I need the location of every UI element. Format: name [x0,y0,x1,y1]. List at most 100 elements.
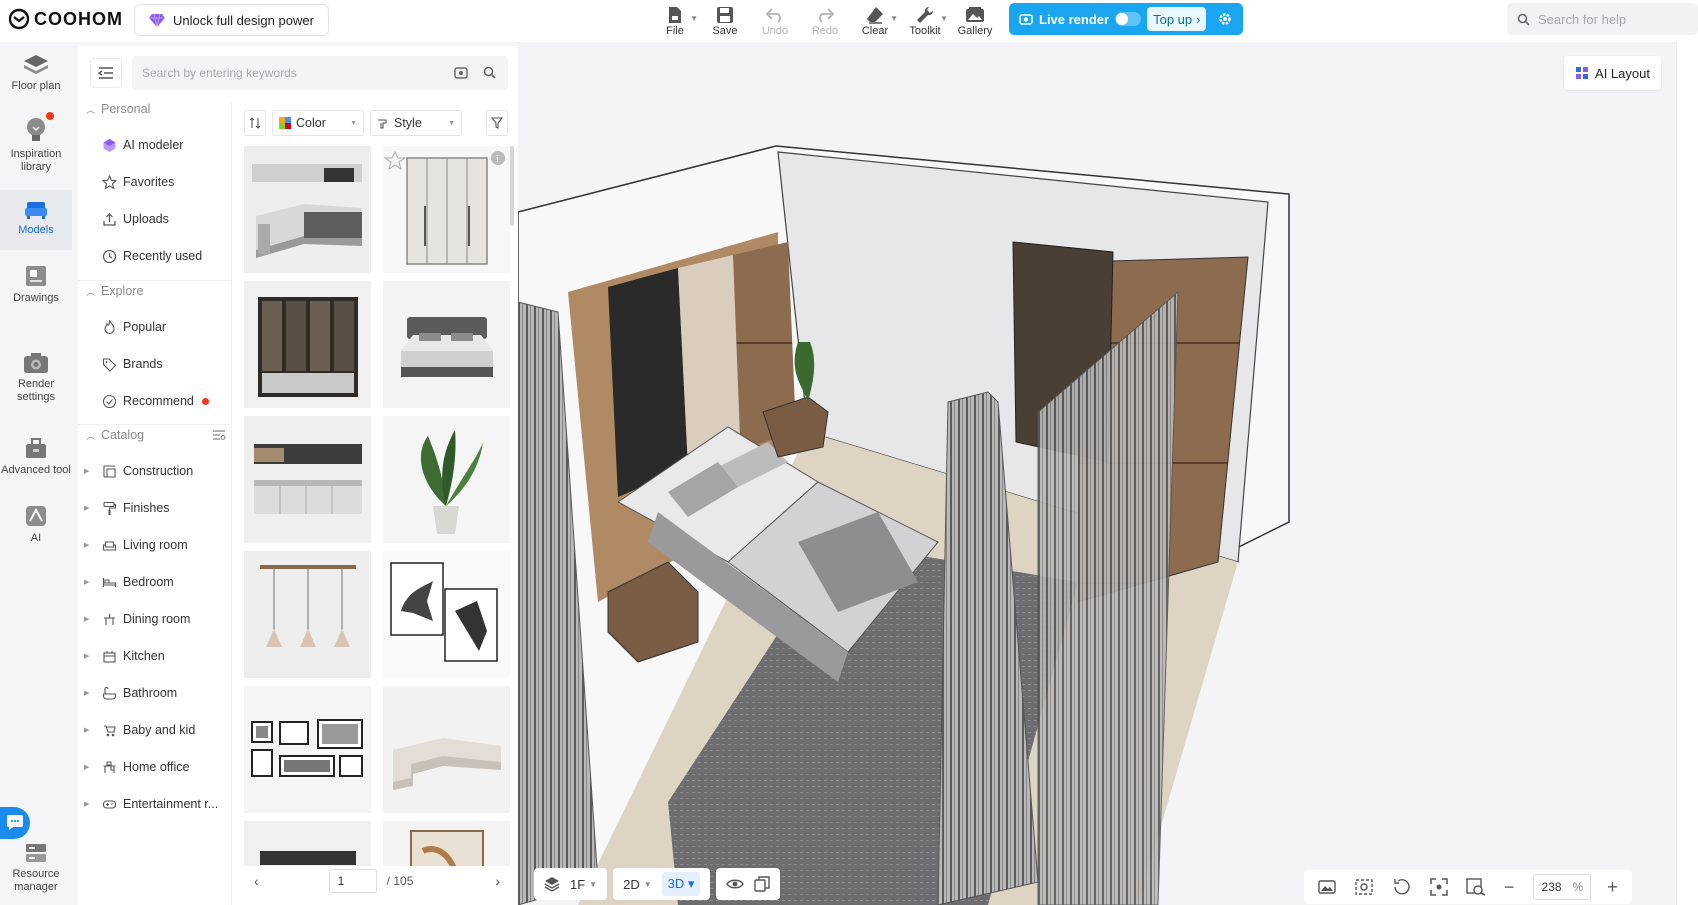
tool-label: Redo [811,25,839,37]
keyword-search-input[interactable] [142,66,442,80]
next-page-icon[interactable]: › [495,873,500,889]
nav-render-settings[interactable]: Render settings [0,352,72,424]
screenshot-icon[interactable] [1318,879,1336,895]
help-search-input[interactable] [1538,11,1688,27]
tool-label: Save [712,25,738,37]
gear-icon[interactable] [1218,12,1232,26]
abstract-painting-thumbnail[interactable] [383,821,510,866]
nav-resource-manager[interactable]: Resource manager [0,842,72,904]
zoom-control: % [1532,874,1591,900]
stroller-icon [104,724,116,736]
cat-popular[interactable]: Popular [102,315,166,339]
section-explore[interactable]: ︿ Explore [86,284,143,298]
horse-art-thumbnail[interactable] [383,551,510,678]
bed-thumbnail[interactable] [383,281,510,408]
section-catalog[interactable]: ︿ Catalog [86,428,226,442]
unlock-design-power-button[interactable]: Unlock full design power [134,4,329,36]
file-button[interactable]: File ▼ [650,0,700,42]
cat-baby-and-kid[interactable]: ▶ Baby and kid [84,718,195,742]
brand-name: COOHOM [34,8,123,29]
cat-dining-room[interactable]: ▶ Dining room [84,607,190,631]
wardrobe-door-thumbnail[interactable]: i [383,146,510,273]
cat-bedroom[interactable]: ▶ Bedroom [84,570,174,594]
potted-plant-thumbnail[interactable] [383,416,510,543]
cat-favorites[interactable]: Favorites [102,170,174,194]
sectional-sofa-thumbnail[interactable] [383,686,510,813]
catalog-settings-icon[interactable] [212,429,226,441]
cat-bathroom[interactable]: ▶ Bathroom [84,681,177,705]
gallery-button[interactable]: Gallery [950,0,1000,42]
cat-home-office[interactable]: ▶ Home office [84,755,190,779]
style-filter-label: Style [394,116,422,130]
nav-models[interactable]: Models [0,190,72,250]
grid-scrollbar[interactable] [510,146,514,226]
viewport-controls-left: 1F ▼ 2D ▼ 3D ▾ [534,868,781,900]
cat-kitchen[interactable]: ▶ Kitchen [84,644,165,668]
collapse-panel-button[interactable] [90,58,122,88]
kitchen-cabinet-thumbnail[interactable] [244,146,371,273]
cat-uploads[interactable]: Uploads [102,207,169,231]
cat-entertainment-room[interactable]: ▶ Entertainment r... [84,792,218,816]
search-icon [1517,13,1530,26]
clear-button[interactable]: Clear ▼ [850,0,900,42]
svg-text:i: i [496,154,499,165]
chevron-up-icon: ︿ [86,104,96,115]
nav-advanced-tool[interactable]: Advanced tool [0,434,72,496]
page-number-input[interactable] [328,869,377,893]
nav-inspiration-library[interactable]: Inspiration library [0,116,72,188]
cat-living-room[interactable]: ▶ Living room [84,533,188,557]
cat-recommend[interactable]: Recommend [102,389,209,413]
resource-manager-icon [26,844,46,862]
flame-icon [104,319,115,334]
cat-ai-modeler[interactable]: AI modeler [102,133,183,157]
image-search-icon[interactable] [454,66,468,79]
tag-icon [102,357,117,372]
model-library-panel: ︿ Personal AI modeler Favorites Uploads R… [78,46,518,905]
save-button[interactable]: Save [700,0,750,42]
tv-cabinet-thumbnail[interactable] [244,821,371,866]
view-3d-button[interactable]: 3D ▾ [661,872,701,896]
photo-frames-thumbnail[interactable] [244,686,371,813]
color-filter-label: Color [296,116,326,130]
expand-arrow-icon: ▶ [84,764,90,771]
drawings-icon [26,266,46,286]
fit-view-icon[interactable] [1430,878,1448,896]
properties-panel-collapsed[interactable] [1676,42,1698,905]
zoom-region-icon[interactable] [1466,878,1486,896]
open-wardrobe-thumbnail[interactable] [244,281,371,408]
nav-floor-plan[interactable]: Floor plan [0,54,72,112]
section-personal[interactable]: ︿ Personal [86,102,150,116]
prev-page-icon[interactable]: ‹ [254,873,259,889]
pendant-lights-thumbnail[interactable] [244,551,371,678]
3d-viewport[interactable] [518,42,1678,905]
live-render-toggle[interactable] [1115,12,1142,26]
cat-brands[interactable]: Brands [102,352,163,376]
cat-construction[interactable]: ▶ Construction [84,459,193,483]
kitchen-set-thumbnail[interactable] [244,416,371,543]
toolkit-button[interactable]: Toolkit ▼ [900,0,950,42]
undo-button[interactable]: Undo [750,0,800,42]
style-filter-dropdown[interactable]: Style ▼ [370,110,462,136]
cat-finishes[interactable]: ▶ Finishes [84,496,170,520]
ai-layout-button[interactable]: AI Layout [1564,56,1661,90]
color-filter-dropdown[interactable]: Color ▼ [272,110,364,136]
brand-logo[interactable]: COOHOM [8,8,123,30]
floor-selector[interactable]: 1F ▼ [534,868,608,900]
copy-layers-icon[interactable] [754,876,771,892]
zoom-out-button[interactable]: − [1504,877,1515,898]
rotate-view-icon[interactable] [1392,878,1412,896]
search-icon[interactable] [483,66,496,79]
filter-button[interactable] [486,110,508,136]
cat-recently-used[interactable]: Recently used [102,244,202,268]
camera-view-icon[interactable] [1354,878,1374,896]
redo-button[interactable]: Redo [800,0,850,42]
zoom-in-button[interactable]: + [1607,877,1618,898]
nav-ai[interactable]: AI [0,504,72,564]
nav-drawings[interactable]: Drawings [0,264,72,322]
sort-button[interactable] [244,110,266,136]
expand-arrow-icon: ▶ [84,690,90,697]
eye-icon[interactable] [726,878,745,890]
top-up-button[interactable]: Top up › [1147,7,1207,31]
view-2d-button[interactable]: 2D [623,877,640,892]
cat-label: Home office [123,760,190,774]
